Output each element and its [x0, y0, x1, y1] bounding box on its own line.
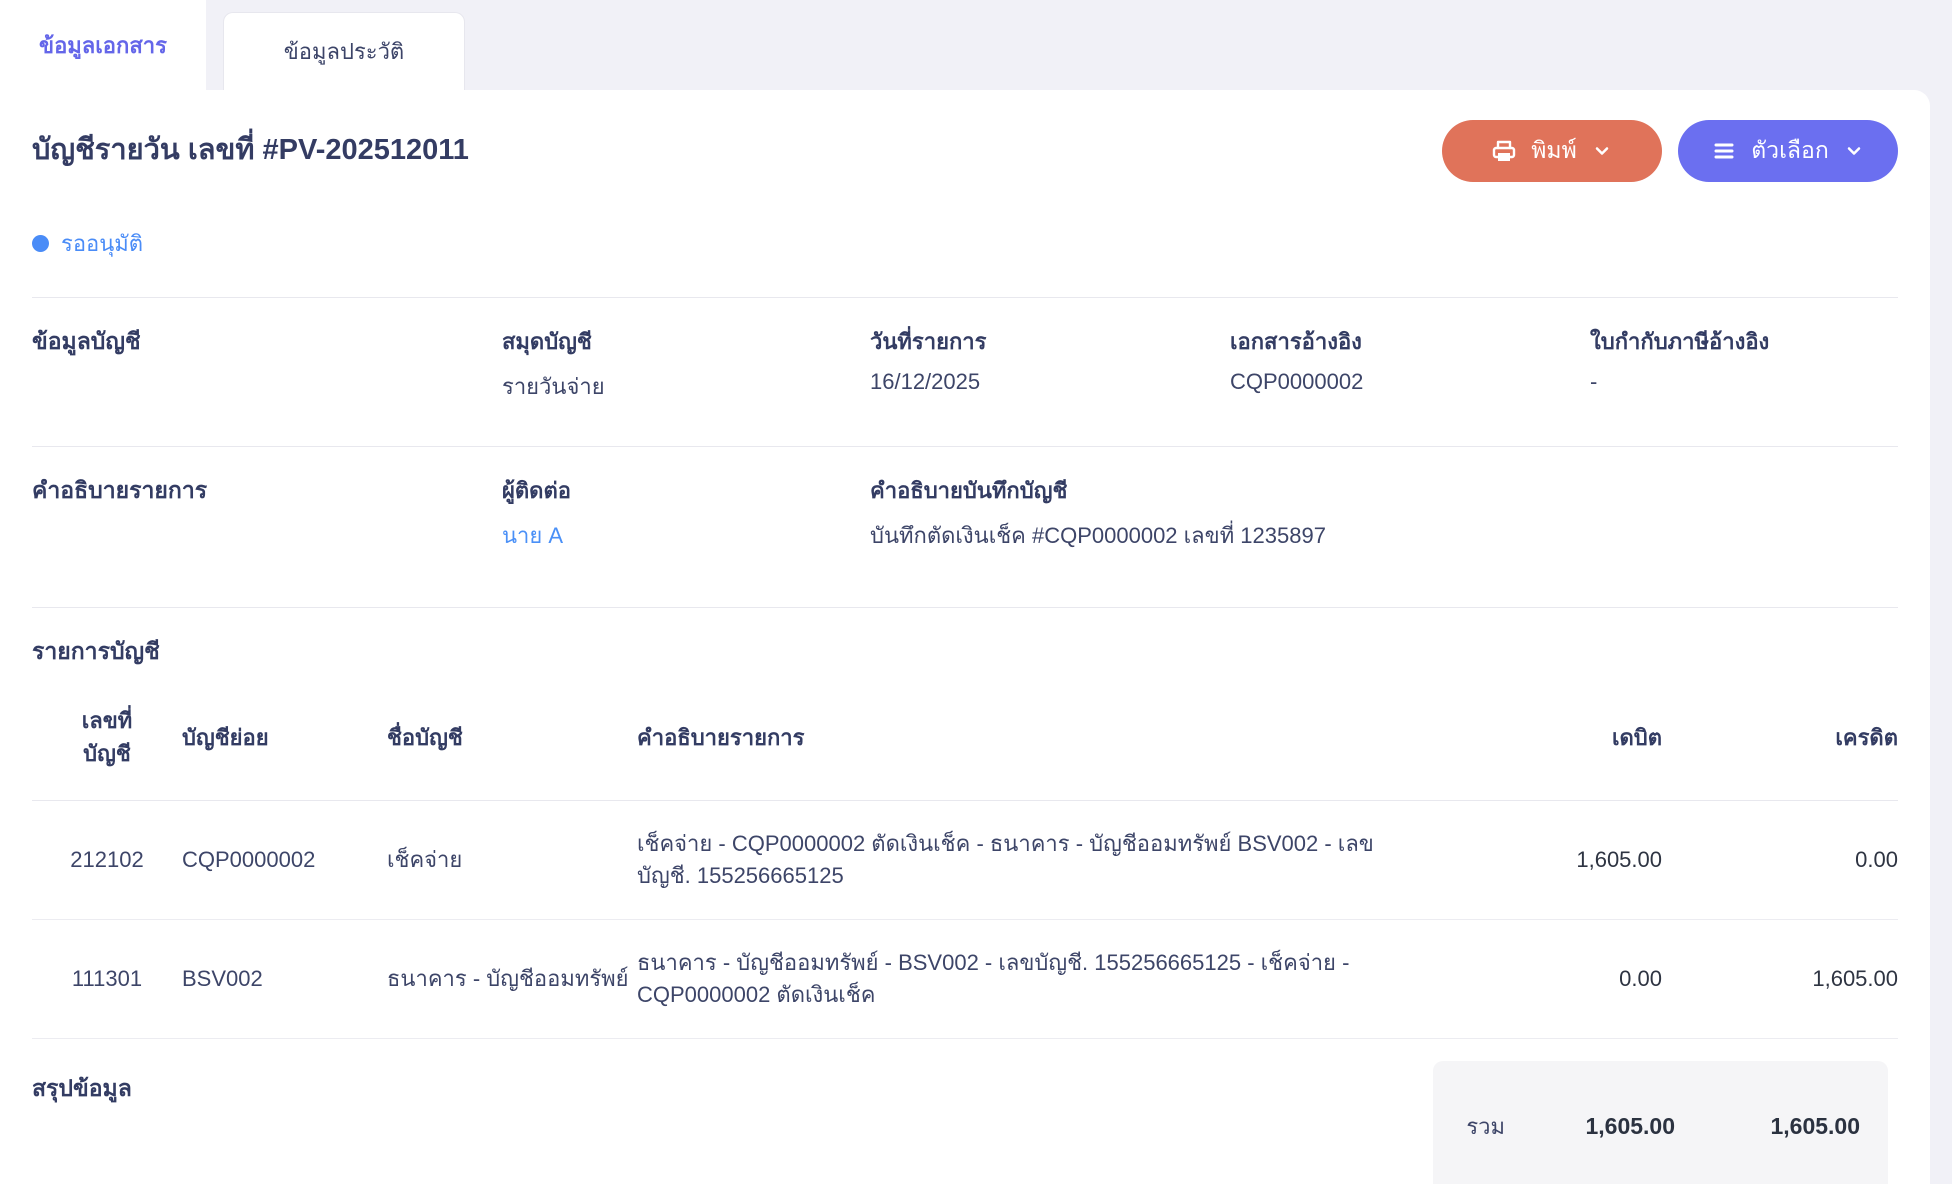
summary-section: สรุปข้อมูล รวม 1,605.00 1,605.00	[32, 1039, 1898, 1184]
field-label: ผู้ติดต่อ	[502, 478, 571, 503]
field-label: ใบกำกับภาษีอ้างอิง	[1590, 329, 1770, 354]
tab-history-info[interactable]: ข้อมูลประวัติ	[223, 12, 465, 90]
col-credit: เครดิต	[1662, 678, 1898, 801]
field-value: CQP0000002	[1230, 369, 1364, 394]
chevron-down-icon	[1592, 141, 1612, 161]
field-date: วันที่รายการ 16/12/2025	[870, 324, 1230, 446]
print-button-label: พิมพ์	[1531, 137, 1577, 163]
divider	[32, 607, 1898, 608]
contact-link[interactable]: นาย A	[502, 518, 870, 553]
field-contact: ผู้ติดต่อ นาย A	[502, 473, 870, 607]
entries-title: รายการบัญชี	[32, 638, 160, 664]
summary-totals: รวม 1,605.00 1,605.00	[1433, 1060, 1888, 1184]
summary-title: สรุปข้อมูล	[32, 1074, 132, 1101]
field-note: คำอธิบายบันทึกบัญชี บันทึกตัดเงินเช็ค #C…	[870, 473, 1898, 607]
cell-sub-account: CQP0000002	[182, 800, 387, 920]
field-label: วันที่รายการ	[870, 329, 987, 354]
total-credit: 1,605.00	[1770, 1113, 1860, 1140]
cell-account-name: เช็คจ่าย	[387, 800, 637, 920]
cell-description: ธนาคาร - บัญชีออมทรัพย์ - BSV002 - เลขบั…	[637, 919, 1437, 1039]
cell-account-name: ธนาคาร - บัญชีออมทรัพย์	[387, 919, 637, 1039]
cell-account-no: 111301	[32, 919, 182, 1039]
status-label: รออนุมัติ	[61, 231, 144, 256]
field-label: คำอธิบายบันทึกบัญชี	[870, 478, 1068, 503]
page-title: บัญชีรายวัน เลขที่ #PV-202512011	[32, 134, 469, 166]
printer-icon	[1492, 139, 1516, 163]
cell-credit: 0.00	[1662, 800, 1898, 920]
field-value: รายวันจ่าย	[502, 374, 605, 399]
total-label: รวม	[1466, 1114, 1505, 1140]
tab-document-info[interactable]: ข้อมูลเอกสาร	[0, 0, 206, 90]
total-debit: 1,605.00	[1585, 1113, 1675, 1140]
status-dot-icon	[32, 235, 49, 252]
chevron-down-icon	[1844, 141, 1864, 161]
tab-bar: ข้อมูลเอกสาร ข้อมูลประวัติ	[0, 0, 1952, 90]
col-sub-account: บัญชีย่อย	[182, 678, 387, 801]
table-row: 212102 CQP0000002 เช็คจ่าย เช็คจ่าย - CQ…	[32, 800, 1898, 920]
cell-debit: 1,605.00	[1437, 800, 1662, 920]
cell-account-no: 212102	[32, 800, 182, 920]
entries-header-row: เลขที่บัญชี บัญชีย่อย ชื่อบัญชี คำอธิบาย…	[32, 678, 1898, 801]
print-button[interactable]: พิมพ์	[1442, 120, 1662, 182]
description-title: คำอธิบายรายการ	[32, 477, 208, 503]
entries-table: เลขที่บัญชี บัญชีย่อย ชื่อบัญชี คำอธิบาย…	[32, 678, 1898, 1039]
options-button-label: ตัวเลือก	[1751, 137, 1829, 163]
cell-sub-account: BSV002	[182, 919, 387, 1039]
field-value: -	[1590, 369, 1598, 394]
table-row: 111301 BSV002 ธนาคาร - บัญชีออมทรัพย์ ธน…	[32, 919, 1898, 1039]
account-info-title: ข้อมูลบัญชี	[32, 328, 141, 354]
description-section: คำอธิบายรายการ ผู้ติดต่อ นาย A คำอธิบายบ…	[32, 447, 1898, 607]
status-badge: รออนุมัติ	[32, 226, 1898, 261]
options-button[interactable]: ตัวเลือก	[1678, 120, 1898, 182]
field-book: สมุดบัญชี รายวันจ่าย	[502, 324, 870, 446]
field-value: 16/12/2025	[870, 369, 981, 394]
cell-debit: 0.00	[1437, 919, 1662, 1039]
field-reference-doc: เอกสารอ้างอิง CQP0000002	[1230, 324, 1590, 446]
account-info-section: ข้อมูลบัญชี สมุดบัญชี รายวันจ่าย วันที่ร…	[32, 298, 1898, 446]
col-description: คำอธิบายรายการ	[637, 678, 1437, 801]
field-label: เอกสารอ้างอิง	[1230, 329, 1362, 354]
col-account-name: ชื่อบัญชี	[387, 678, 637, 801]
cell-credit: 1,605.00	[1662, 919, 1898, 1039]
document-header: บัญชีรายวัน เลขที่ #PV-202512011 พิมพ์ ต…	[32, 90, 1898, 182]
menu-icon	[1712, 139, 1736, 163]
col-debit: เดบิต	[1437, 678, 1662, 801]
field-label: สมุดบัญชี	[502, 329, 592, 354]
header-actions: พิมพ์ ตัวเลือก	[1442, 120, 1898, 182]
field-tax-invoice-ref: ใบกำกับภาษีอ้างอิง -	[1590, 324, 1898, 446]
document-card: บัญชีรายวัน เลขที่ #PV-202512011 พิมพ์ ต…	[0, 90, 1930, 1184]
col-account-no: เลขที่บัญชี	[32, 678, 182, 801]
field-value: บันทึกตัดเงินเช็ค #CQP0000002 เลขที่ 123…	[870, 523, 1326, 548]
cell-description: เช็คจ่าย - CQP0000002 ตัดเงินเช็ค - ธนาค…	[637, 800, 1437, 920]
